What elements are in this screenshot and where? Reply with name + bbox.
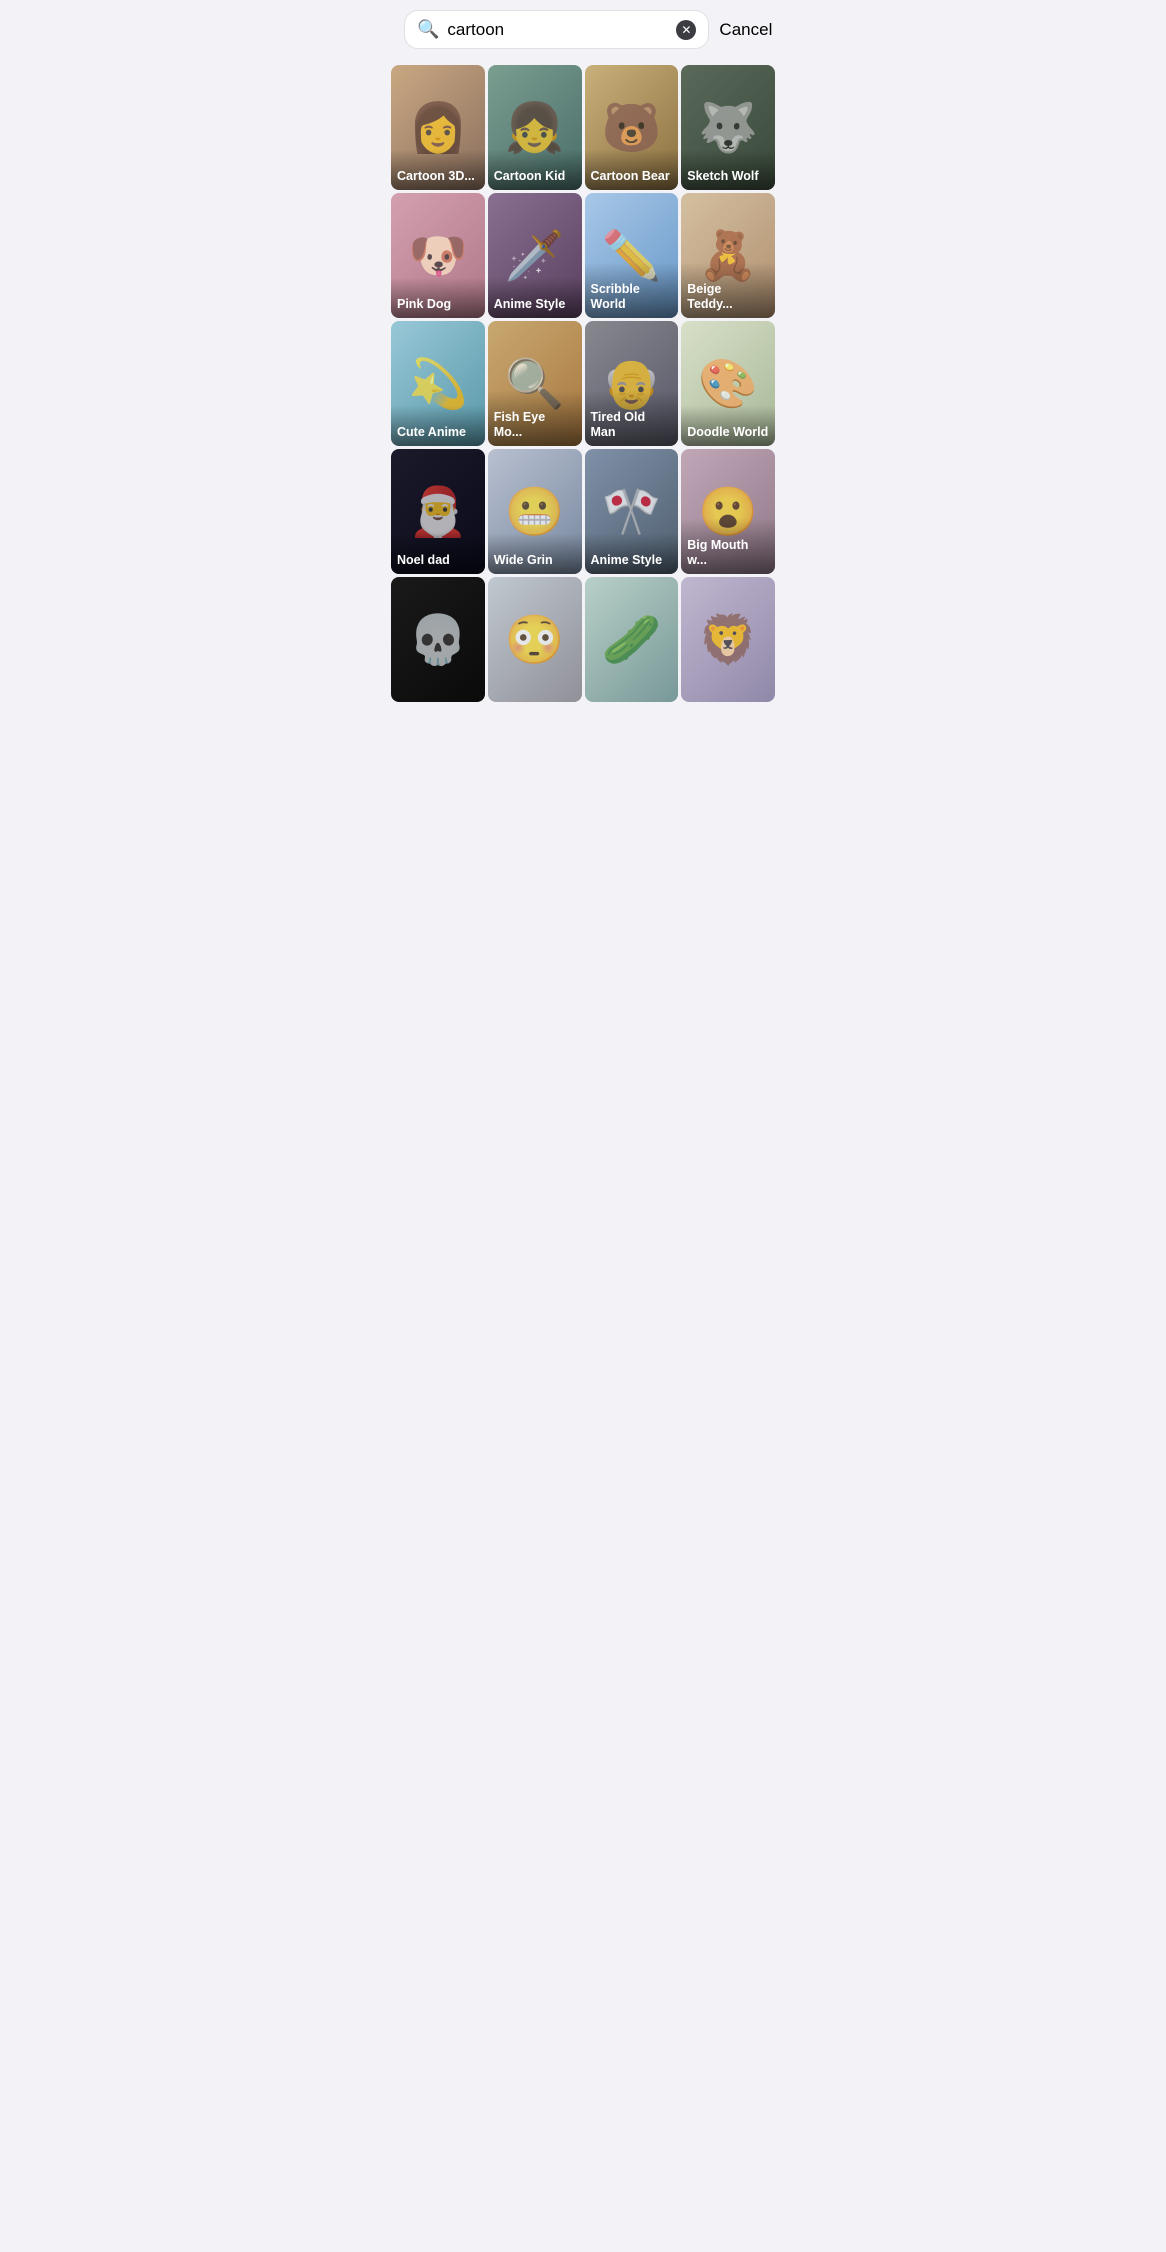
grid-item[interactable]: 🗡️Anime Style (488, 193, 582, 318)
grid-item[interactable]: 👧Cartoon Kid (488, 65, 582, 190)
grid-item[interactable]: 🎌Anime Style (585, 449, 679, 574)
filter-label: Pink Dog (391, 277, 485, 318)
filter-label: Beige Teddy... (681, 262, 775, 318)
filter-label: Wide Grin (488, 533, 582, 574)
grid-item[interactable]: 🎅Noel dad (391, 449, 485, 574)
grid-item[interactable]: 🥒 (585, 577, 679, 702)
grid-item[interactable]: 🦁 (681, 577, 775, 702)
filter-thumbnail: 🥒 (585, 577, 679, 702)
search-icon: 🔍 (417, 19, 439, 40)
search-input-wrapper: 🔍 ✕ (404, 10, 709, 49)
grid-item[interactable]: 😬Wide Grin (488, 449, 582, 574)
filter-thumbnail: 🦁 (681, 577, 775, 702)
grid-item[interactable]: 🧸Beige Teddy... (681, 193, 775, 318)
grid-item[interactable]: 🐻Cartoon Bear (585, 65, 679, 190)
filter-label: Big Mouth w... (681, 518, 775, 574)
cancel-button[interactable]: Cancel (719, 20, 772, 40)
filter-label: Fish Eye Mo... (488, 390, 582, 446)
filter-grid: 👩Cartoon 3D...👧Cartoon Kid🐻Cartoon Bear🐺… (388, 59, 778, 708)
grid-item[interactable]: 😳 (488, 577, 582, 702)
filter-label: Anime Style (585, 533, 679, 574)
grid-item[interactable]: ✏️Scribble World (585, 193, 679, 318)
filter-label: Doodle World (681, 405, 775, 446)
filter-thumbnail: 💀 (391, 577, 485, 702)
grid-item[interactable]: 🔍Fish Eye Mo... (488, 321, 582, 446)
filter-label: Noel dad (391, 533, 485, 574)
grid-item[interactable]: 🐶Pink Dog (391, 193, 485, 318)
filter-label: Scribble World (585, 262, 679, 318)
search-bar: 🔍 ✕ Cancel (388, 0, 778, 59)
filter-label: Cartoon Kid (488, 149, 582, 190)
filter-label: Cute Anime (391, 405, 485, 446)
filter-label: Tired Old Man (585, 390, 679, 446)
search-input[interactable] (447, 20, 668, 40)
grid-item[interactable]: 👴Tired Old Man (585, 321, 679, 446)
filter-label: Sketch Wolf (681, 149, 775, 190)
clear-search-button[interactable]: ✕ (676, 20, 696, 40)
grid-item[interactable]: 👩Cartoon 3D... (391, 65, 485, 190)
filter-label: Cartoon 3D... (391, 149, 485, 190)
filter-label: Cartoon Bear (585, 149, 679, 190)
grid-item[interactable]: 😮Big Mouth w... (681, 449, 775, 574)
grid-item[interactable]: 🎨Doodle World (681, 321, 775, 446)
grid-item[interactable]: 🐺Sketch Wolf (681, 65, 775, 190)
filter-label: Anime Style (488, 277, 582, 318)
filter-thumbnail: 😳 (488, 577, 582, 702)
grid-item[interactable]: 💀 (391, 577, 485, 702)
grid-item[interactable]: 💫Cute Anime (391, 321, 485, 446)
